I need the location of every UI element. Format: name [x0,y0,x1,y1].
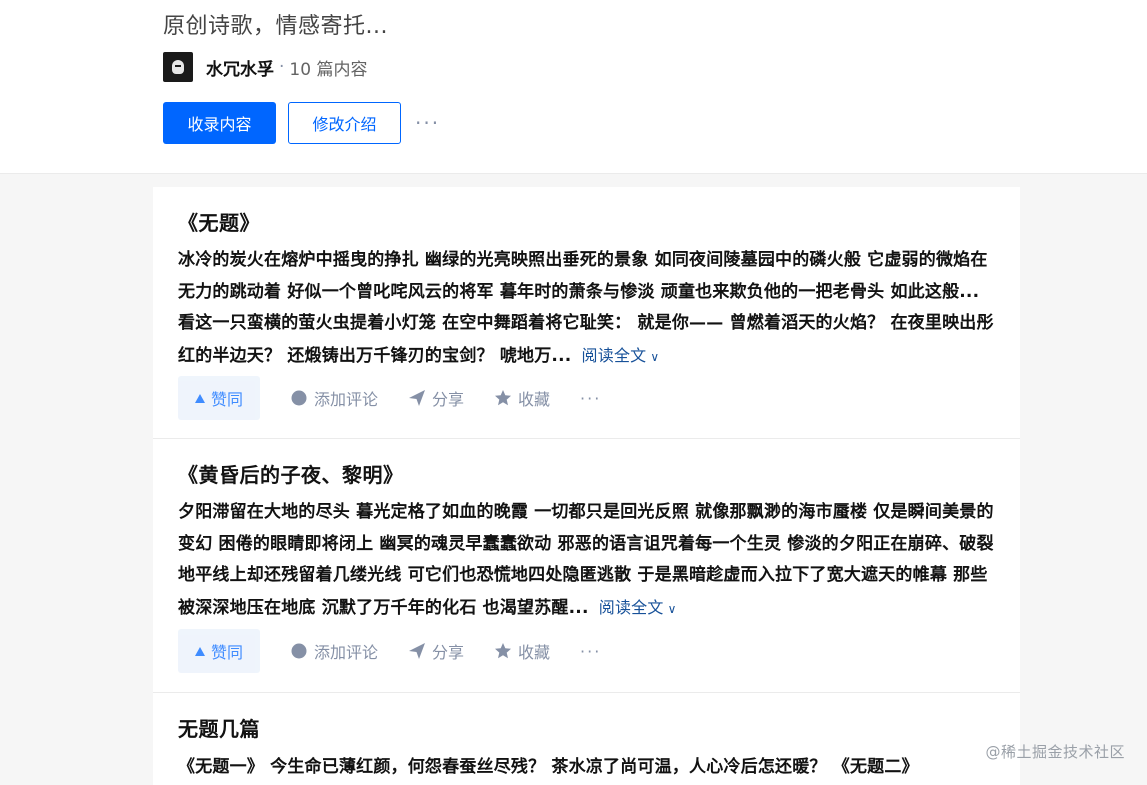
post-title[interactable]: 《黄昏后的子夜、黎明》 [178,459,404,488]
post-card: 《黄昏后的子夜、黎明》 夕阳滞留在大地的尽头 暮光定格了如血的晚霞 一切都只是回… [153,439,1020,693]
author-row: 水冗水孚 · 10 篇内容 [163,52,367,82]
upvote-button[interactable]: 赞同 [178,376,260,420]
favorite-button[interactable]: 收藏 [494,386,550,410]
share-icon [408,389,426,407]
watermark: @稀土掘金技术社区 [985,743,1125,761]
post-excerpt[interactable]: 《无题一》 今生命已薄红颜，何怨春蚕丝尽残？ 茶水凉了尚可温，人心冷后怎还暖？ … [178,752,998,784]
avatar[interactable] [163,52,193,82]
post-excerpt-text: 夕阳滞留在大地的尽头 暮光定格了如血的晚霞 一切都只是回光反照 就像那飘渺的海市… [178,502,994,618]
post-more-button[interactable]: ··· [580,642,601,661]
comment-label: 添加评论 [314,643,379,662]
post-excerpt-text: 《无题一》 今生命已薄红颜，何怨春蚕丝尽残？ 茶水凉了尚可温，人心冷后怎还暖？ … [178,757,919,777]
share-button[interactable]: 分享 [408,639,464,663]
post-excerpt[interactable]: 夕阳滞留在大地的尽头 暮光定格了如血的晚霞 一切都只是回光反照 就像那飘渺的海市… [178,497,998,625]
content-count: 10 篇内容 [289,59,368,80]
collect-content-button[interactable]: 收录内容 [163,102,276,144]
post-title[interactable]: 《无题》 [178,207,260,236]
favorite-button[interactable]: 收藏 [494,639,550,663]
chevron-down-icon: ∨ [667,601,677,616]
upvote-label: 赞同 [210,390,243,409]
chevron-down-icon: ∨ [650,349,660,364]
post-card: 《无题》 冰冷的炭火在熔炉中摇曳的挣扎 幽绿的光亮映照出垂死的景象 如同夜间陵墓… [153,187,1020,439]
post-feed: 《无题》 冰冷的炭火在熔炉中摇曳的挣扎 幽绿的光亮映照出垂死的景象 如同夜间陵墓… [153,187,1020,785]
upvote-label: 赞同 [210,643,243,662]
avatar-icon [172,60,184,74]
post-card: 无题几篇 《无题一》 今生命已薄红颜，何怨春蚕丝尽残？ 茶水凉了尚可温，人心冷后… [153,693,1020,785]
header-actions: 收录内容 修改介绍 ··· [163,102,440,144]
read-more-link[interactable]: 阅读全文 ∨ [599,598,677,617]
comment-icon [290,642,308,660]
header-more-button[interactable]: ··· [415,113,440,133]
edit-intro-button[interactable]: 修改介绍 [288,102,401,144]
post-actions: 赞同 添加评论 分享 收藏 ··· [178,376,601,420]
upvote-button[interactable]: 赞同 [178,629,260,673]
share-button[interactable]: 分享 [408,386,464,410]
comment-label: 添加评论 [314,390,379,409]
upvote-icon [194,393,205,403]
author-name[interactable]: 水冗水孚 [206,55,274,80]
post-more-button[interactable]: ··· [580,389,601,408]
author-separator: · [279,57,285,77]
favorite-label: 收藏 [518,390,551,409]
favorite-label: 收藏 [518,643,551,662]
share-label: 分享 [432,643,465,662]
star-icon [494,642,512,660]
share-icon [408,642,426,660]
comment-button[interactable]: 添加评论 [290,386,378,410]
post-title[interactable]: 无题几篇 [178,713,260,742]
post-excerpt[interactable]: 冰冷的炭火在熔炉中摇曳的挣扎 幽绿的光亮映照出垂死的景象 如同夜间陵墓园中的磷火… [178,245,998,373]
read-more-link[interactable]: 阅读全文 ∨ [582,346,660,365]
post-actions: 赞同 添加评论 分享 收藏 ··· [178,629,601,673]
comment-button[interactable]: 添加评论 [290,639,378,663]
comment-icon [290,389,308,407]
share-label: 分享 [432,390,465,409]
column-title: 原创诗歌，情感寄托... [163,14,388,39]
star-icon [494,389,512,407]
column-header: 原创诗歌，情感寄托... 水冗水孚 · 10 篇内容 收录内容 修改介绍 ··· [0,0,1147,174]
upvote-icon [194,646,205,656]
